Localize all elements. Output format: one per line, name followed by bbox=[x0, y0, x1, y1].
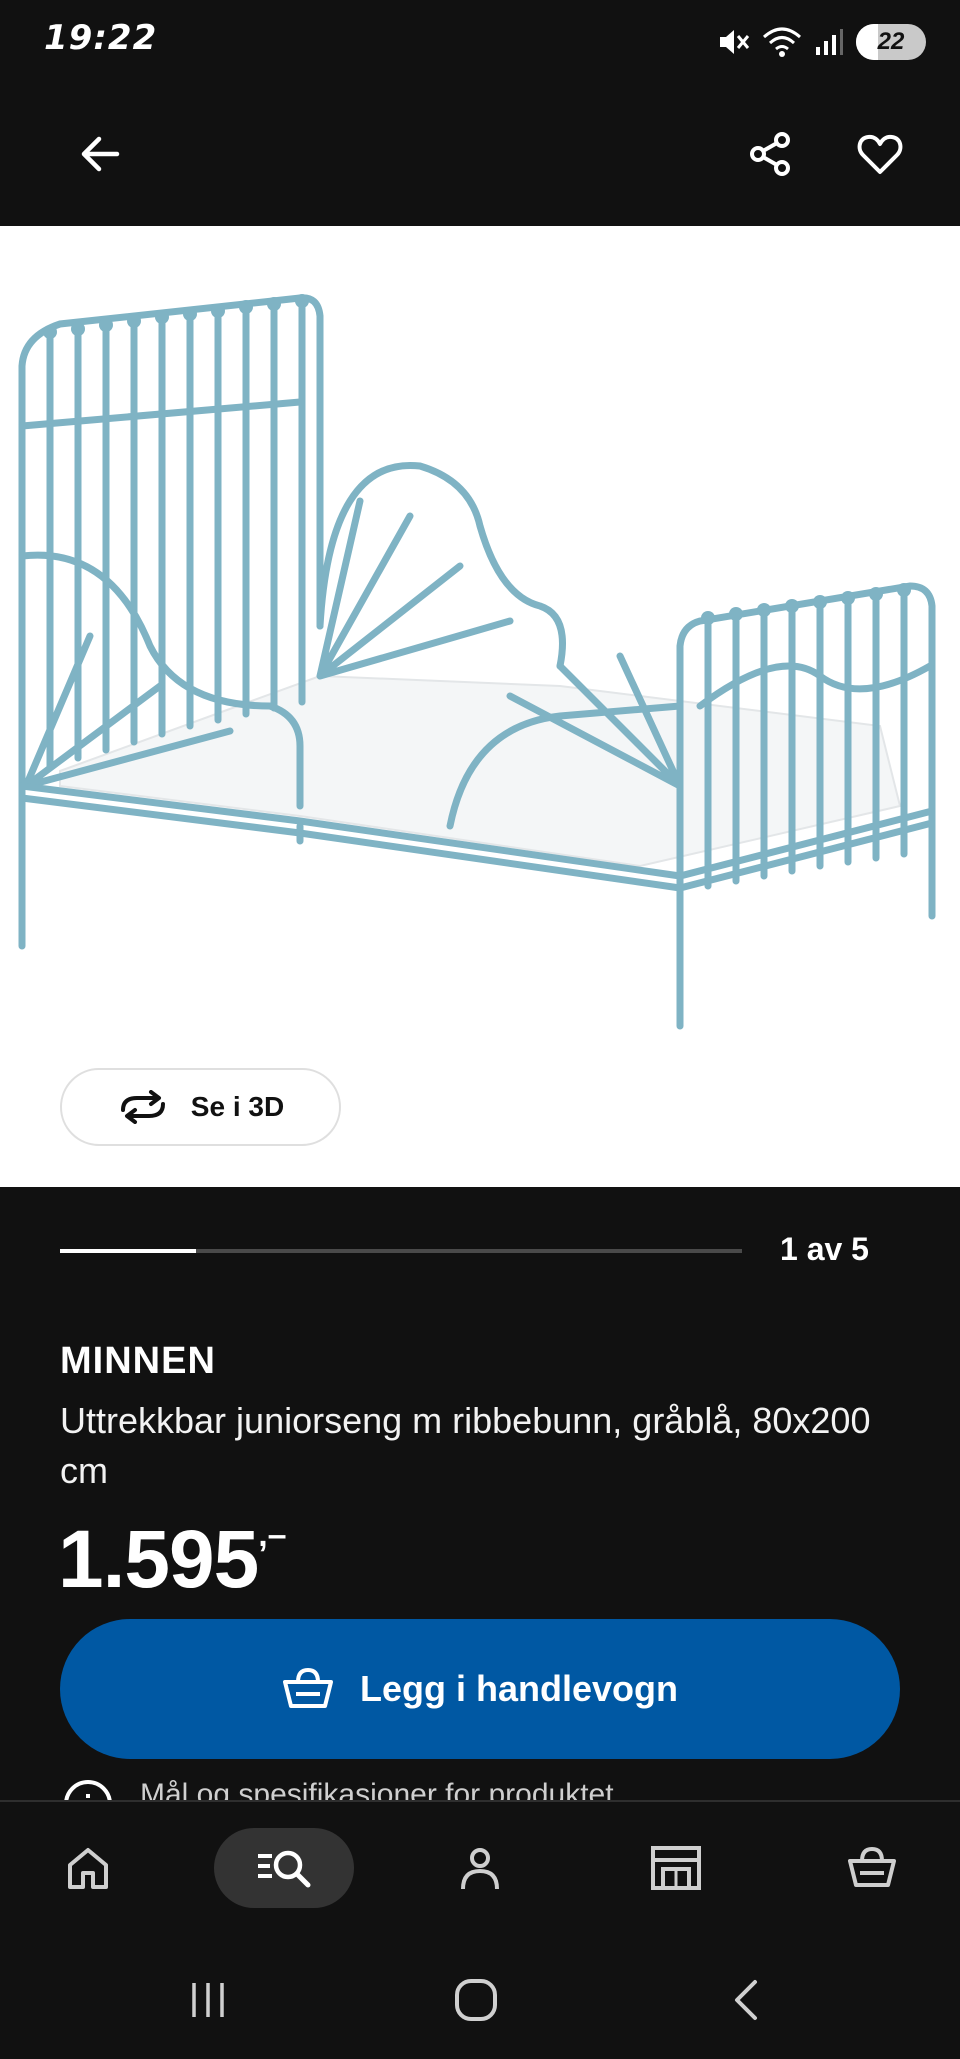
nav-profile[interactable] bbox=[410, 1828, 550, 1908]
wifi-icon bbox=[763, 27, 801, 57]
battery-indicator: 22 bbox=[856, 24, 926, 60]
status-time: 19:22 bbox=[44, 18, 158, 58]
home-icon bbox=[68, 1848, 108, 1889]
rotate-icon bbox=[120, 1090, 165, 1124]
gallery-progress bbox=[60, 1249, 742, 1253]
junior-bed-image bbox=[18, 294, 936, 1030]
nav-search[interactable] bbox=[214, 1828, 354, 1908]
price-amount: 1.595 bbox=[58, 1514, 259, 1605]
basket-icon bbox=[848, 1847, 896, 1887]
user-icon bbox=[461, 1848, 499, 1890]
info-icon bbox=[64, 1780, 112, 1800]
app-bar bbox=[0, 84, 960, 226]
price-suffix: ,– bbox=[258, 1516, 287, 1554]
recent-apps-icon bbox=[192, 1983, 224, 2017]
system-nav-bar bbox=[0, 1940, 960, 2059]
add-to-cart-label: Legg i handlevogn bbox=[359, 1668, 678, 1709]
basket-icon bbox=[282, 1668, 333, 1708]
product-image[interactable] bbox=[0, 226, 960, 1187]
home-circle-icon bbox=[455, 1979, 497, 2021]
heart-icon bbox=[857, 134, 903, 174]
product-name: MINNEN bbox=[60, 1340, 216, 1382]
chevron-left-icon bbox=[735, 1980, 757, 2020]
add-to-cart-button[interactable]: Legg i handlevogn bbox=[60, 1619, 900, 1759]
view-3d-label: Se i 3D bbox=[190, 1091, 285, 1122]
share-icon bbox=[750, 132, 790, 176]
specifications-peek-text: Mål og spesifikasjoner for produktet bbox=[140, 1778, 614, 1800]
back-system-button[interactable] bbox=[696, 1960, 796, 2040]
mute-icon bbox=[720, 30, 750, 54]
share-button[interactable] bbox=[730, 114, 810, 194]
home-system-button[interactable] bbox=[426, 1960, 526, 2040]
battery-level: 22 bbox=[877, 28, 905, 55]
gallery-progress-fill bbox=[60, 1249, 197, 1253]
favorite-button[interactable] bbox=[840, 114, 920, 194]
specifications-peek[interactable]: Mål og spesifikasjoner for produktet bbox=[60, 1778, 920, 1800]
product-price: 1.595 ,– bbox=[58, 1512, 287, 1608]
search-icon bbox=[258, 1850, 311, 1888]
back-button[interactable] bbox=[60, 114, 140, 194]
signal-icon bbox=[816, 29, 843, 55]
recent-apps-button[interactable] bbox=[158, 1960, 258, 2040]
nav-cart[interactable] bbox=[802, 1828, 942, 1908]
bottom-nav bbox=[0, 1800, 960, 1940]
nav-store[interactable] bbox=[606, 1828, 746, 1908]
status-icons: 22 bbox=[716, 20, 926, 64]
nav-home[interactable] bbox=[18, 1828, 158, 1908]
view-3d-button[interactable]: Se i 3D bbox=[60, 1068, 341, 1146]
gallery-position: 1 av 5 bbox=[780, 1231, 869, 1267]
status-bar: 19:22 22 bbox=[0, 0, 960, 84]
arrow-left-icon bbox=[81, 136, 120, 172]
product-description: Uttrekkbar juniorseng m ribbebunn, gråbl… bbox=[60, 1400, 871, 1491]
store-icon bbox=[651, 1846, 701, 1890]
